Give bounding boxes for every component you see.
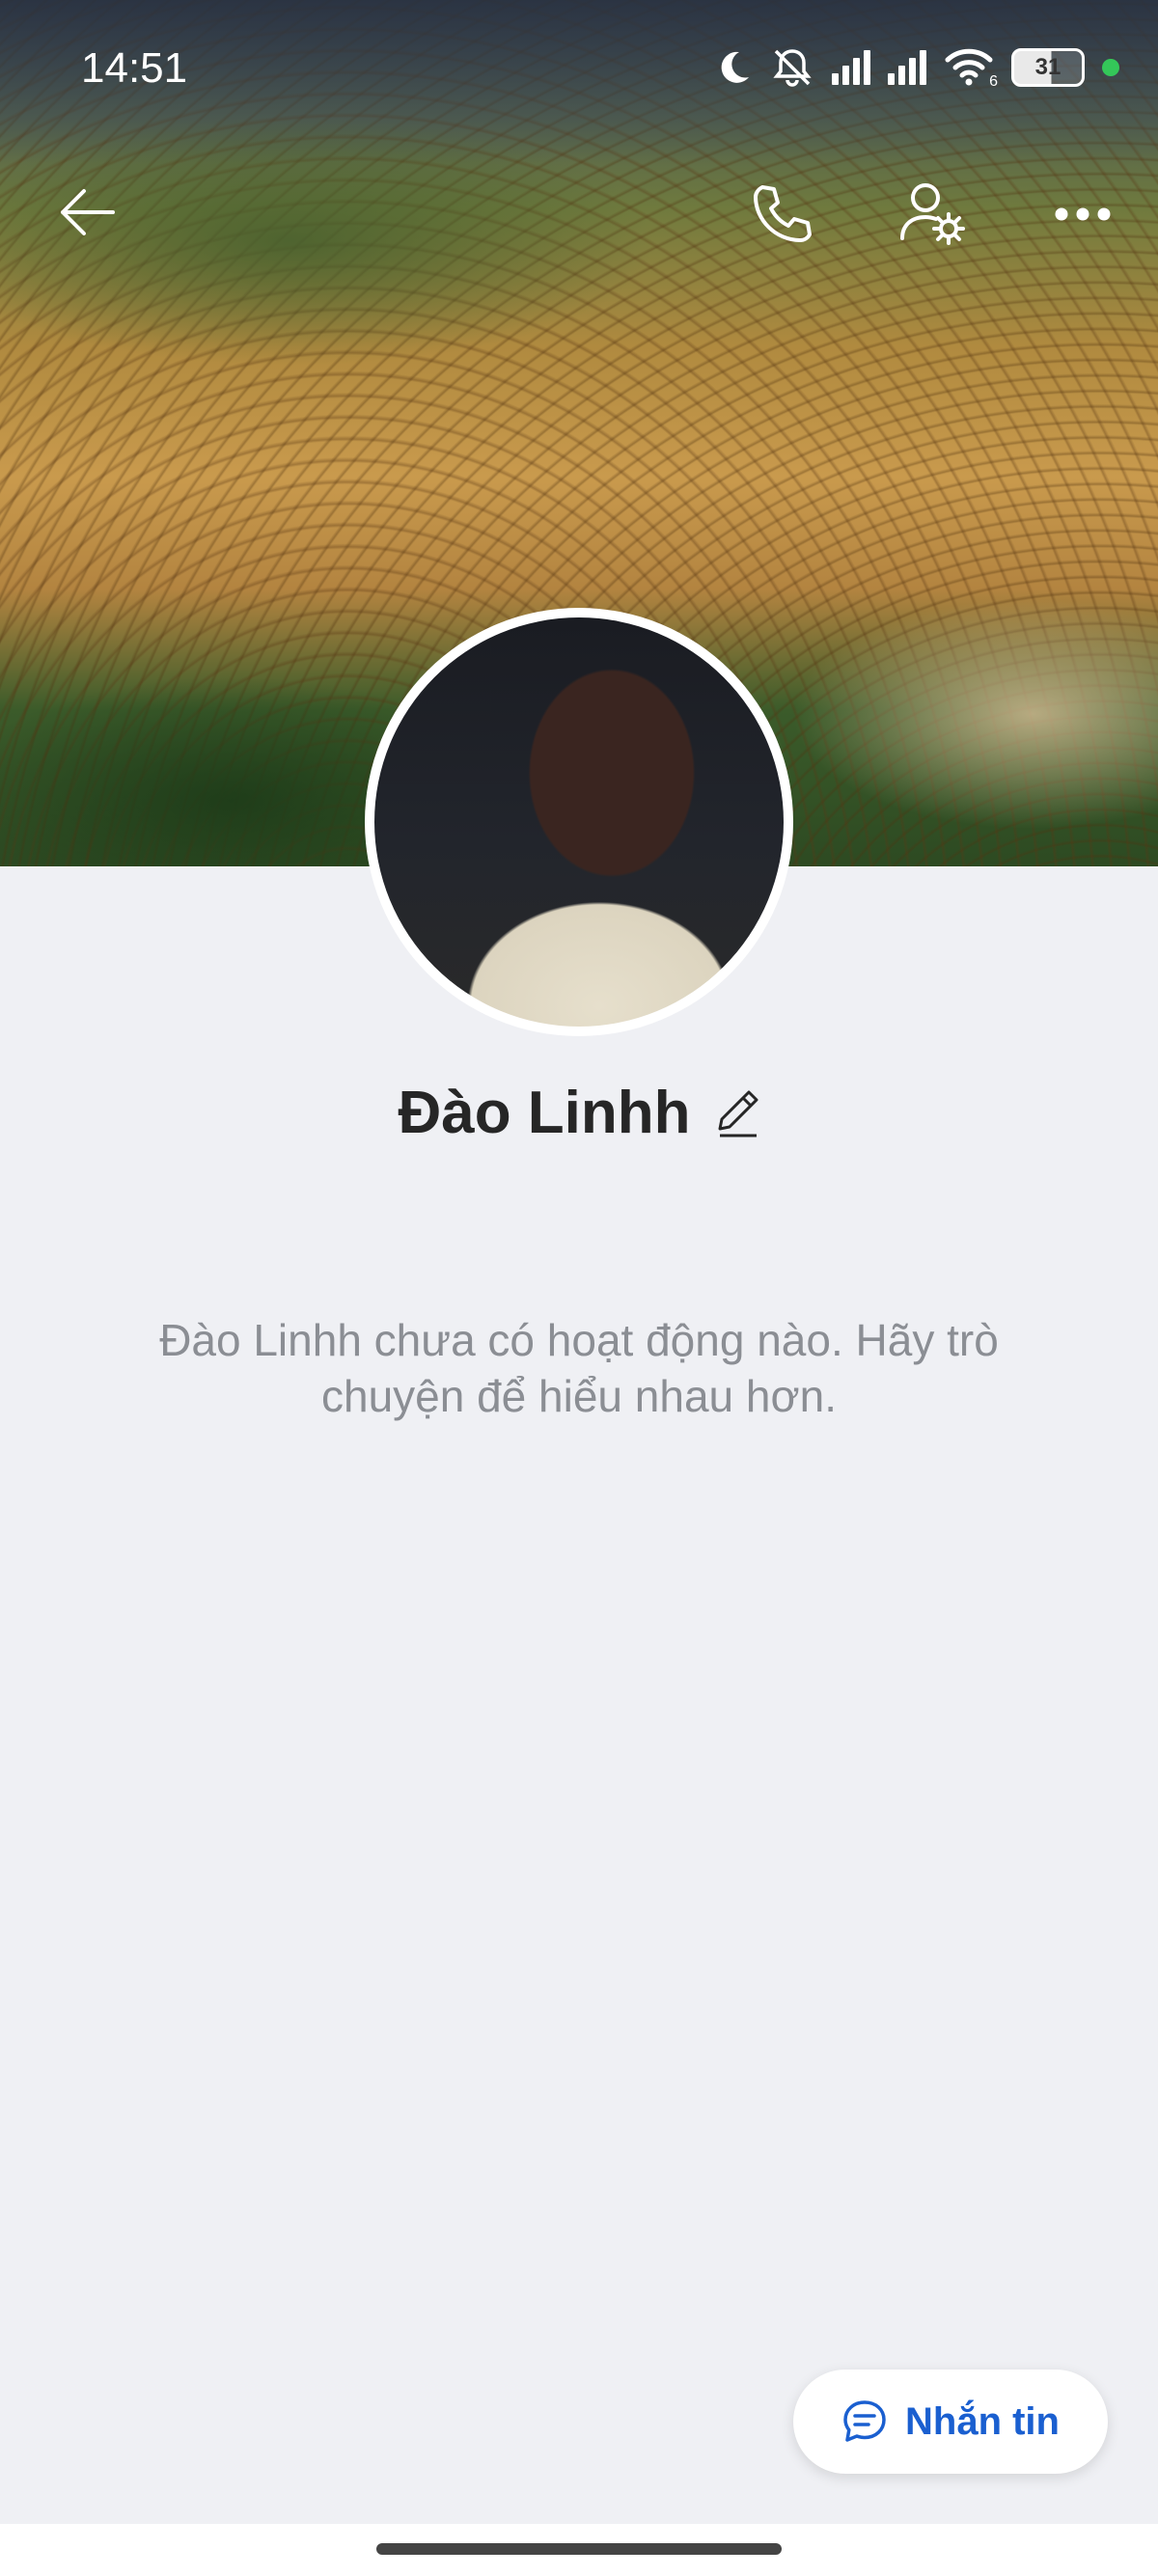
battery-level: 31	[1034, 54, 1062, 80]
signal-icon-2	[888, 50, 926, 85]
moon-icon	[721, 51, 749, 83]
cover-fields	[791, 598, 1158, 830]
home-indicator[interactable]	[376, 2543, 782, 2555]
phone-icon	[754, 185, 812, 242]
status-bar: 14:51 6 31	[0, 0, 1158, 135]
message-button-label: Nhắn tin	[905, 2399, 1060, 2443]
profile-name: Đào Linhh	[398, 1080, 691, 1146]
message-button[interactable]: Nhắn tin	[793, 2370, 1108, 2474]
wifi-icon: 6	[944, 48, 998, 90]
network-type-label: 6	[989, 73, 998, 90]
edit-name-button[interactable]	[716, 1088, 760, 1138]
profile-name-row: Đào Linhh	[0, 1079, 1158, 1147]
call-button[interactable]	[741, 174, 822, 255]
avatar[interactable]	[365, 608, 793, 1036]
battery-icon: 31	[1011, 48, 1085, 87]
status-icons: 6 31	[714, 44, 1119, 91]
status-time: 14:51	[81, 44, 188, 92]
back-button[interactable]	[48, 174, 125, 251]
arrow-left-icon	[61, 189, 115, 235]
more-button[interactable]	[1042, 174, 1123, 255]
chat-bubble-icon	[843, 2400, 886, 2442]
pencil-icon	[718, 1090, 758, 1137]
more-dots-icon	[1055, 207, 1111, 221]
status-dot	[1102, 59, 1119, 76]
bell-muted-icon	[773, 49, 812, 87]
profile-settings-button[interactable]	[892, 172, 973, 253]
avatar-photo	[374, 617, 784, 1027]
empty-activity-message: Đào Linhh chưa có hoạt động nào. Hãy trò…	[159, 1315, 999, 1421]
user-settings-icon	[900, 183, 965, 245]
signal-icon-1	[832, 50, 870, 85]
